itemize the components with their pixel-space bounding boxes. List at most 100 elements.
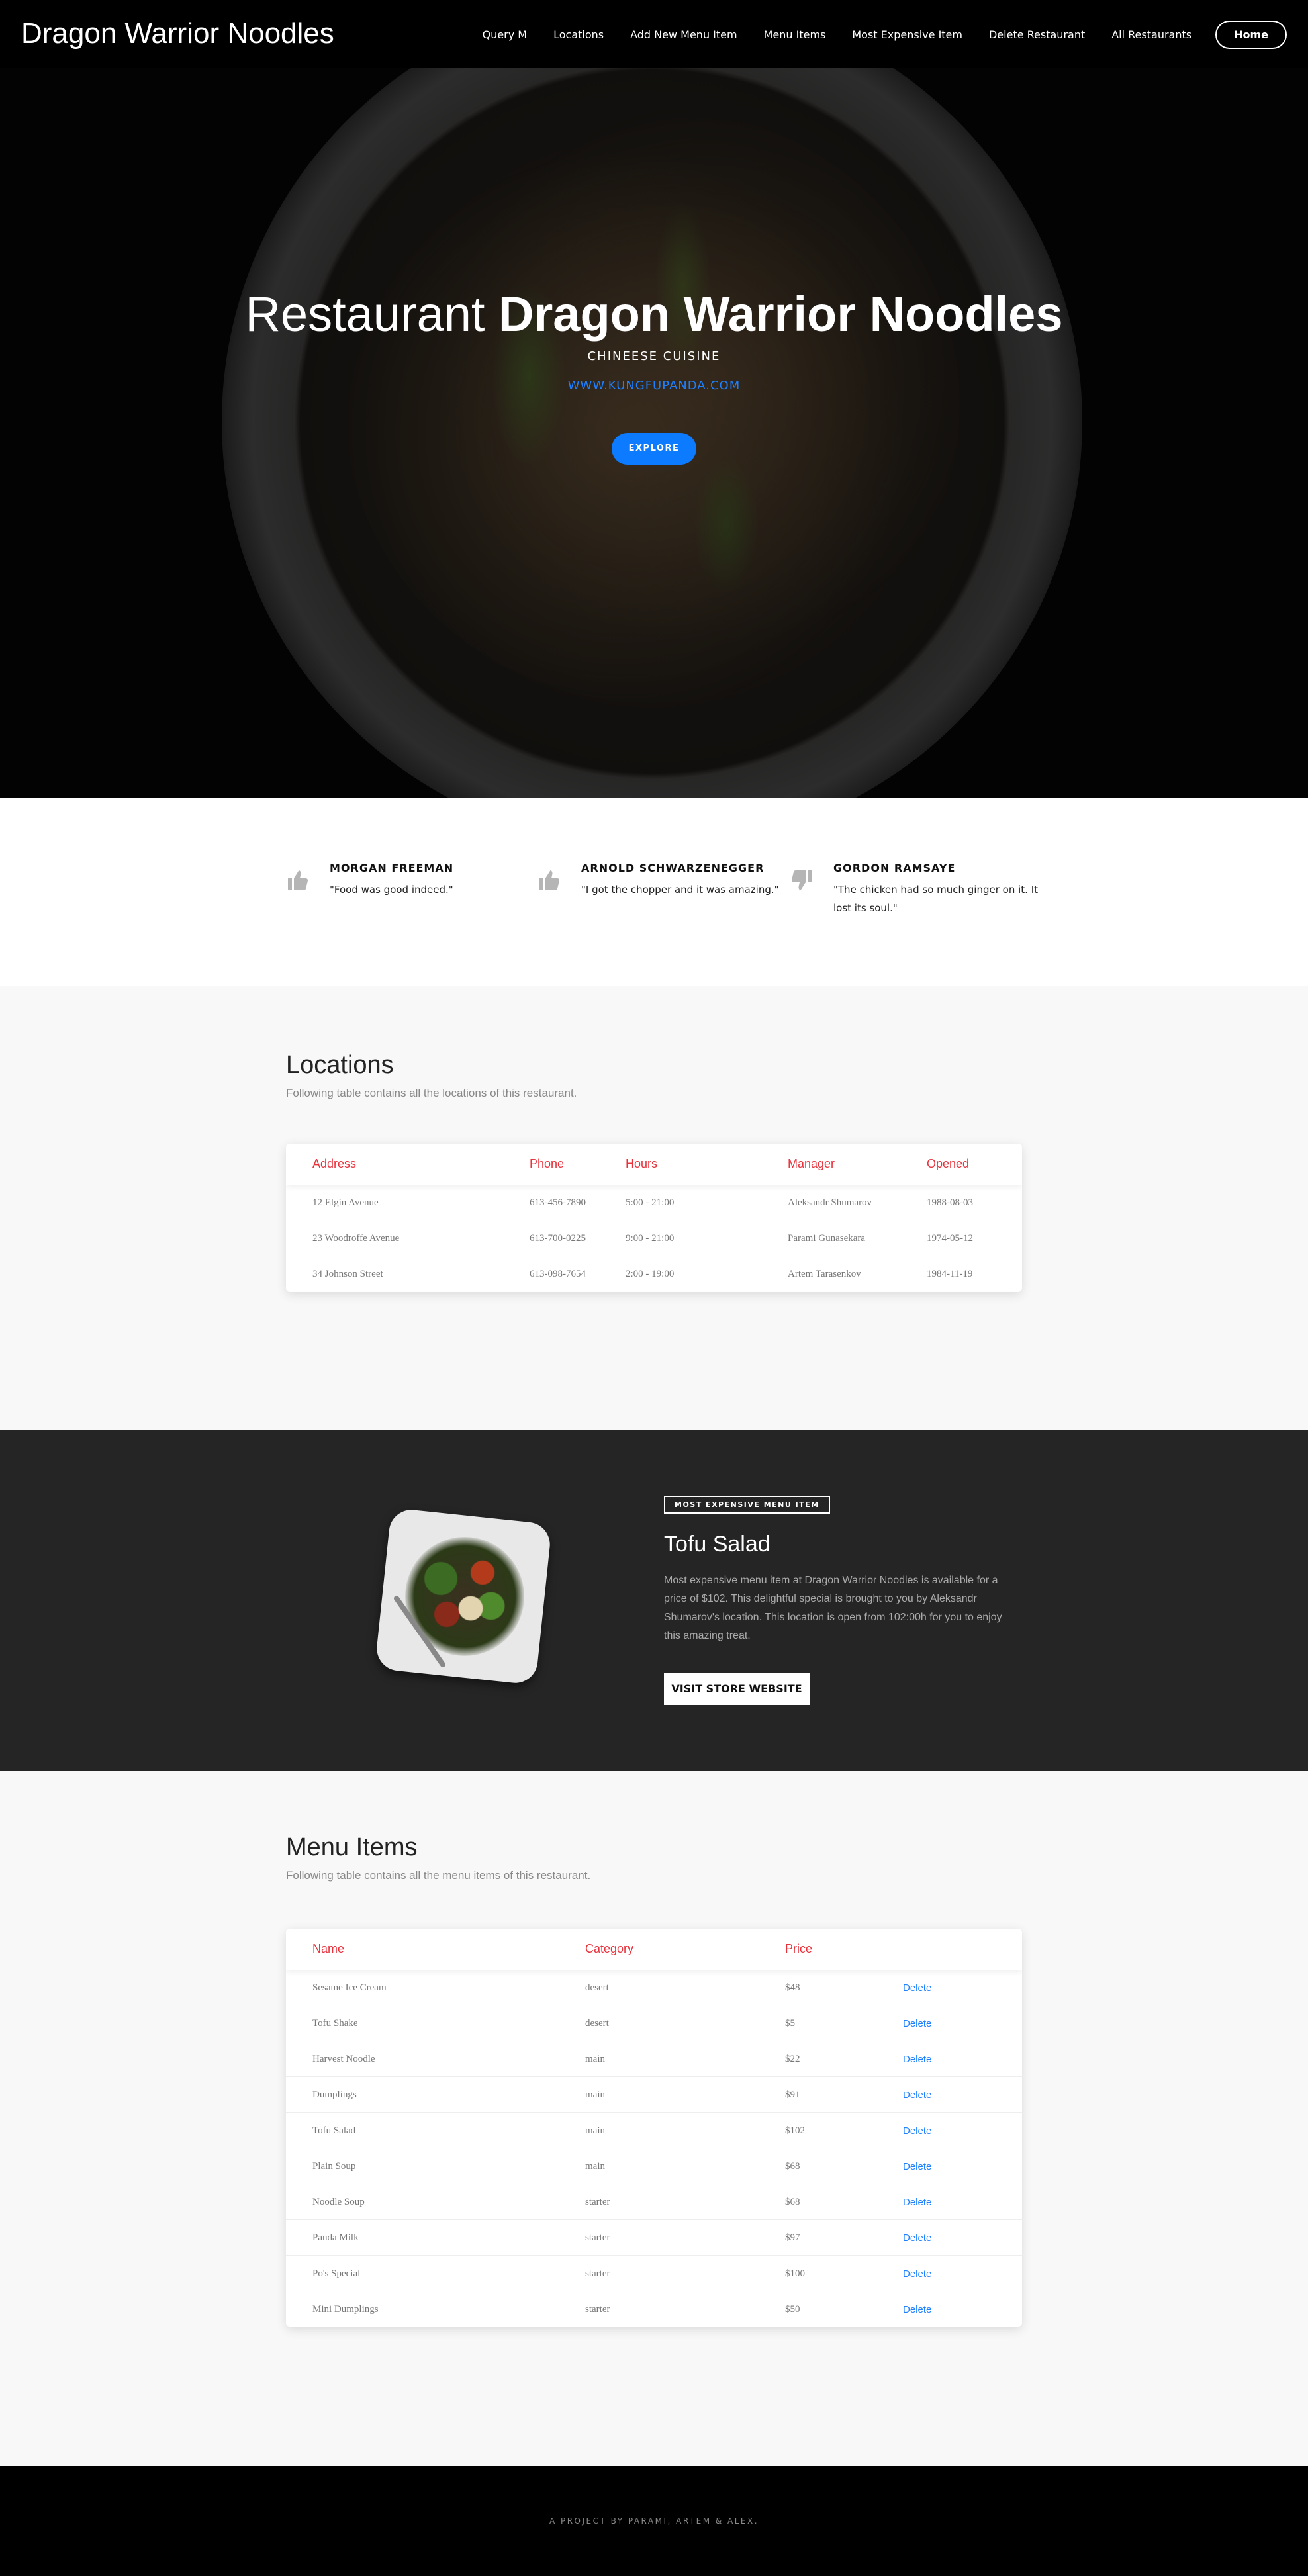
delete-link[interactable]: Delete <box>903 2018 931 2029</box>
cell-manager: Aleksandr Shumarov <box>788 1197 872 1208</box>
cell-name: Tofu Shake <box>312 2018 358 2029</box>
nav-link-most-expensive[interactable]: Most Expensive Item <box>852 28 962 41</box>
cell-name: Mini Dumplings <box>312 2304 379 2315</box>
delete-link[interactable]: Delete <box>903 2268 931 2279</box>
locations-section: Locations Following table contains all t… <box>0 986 1308 1430</box>
table-row: Noodle Soup starter $68 Delete <box>286 2184 1022 2220</box>
reviews-section: MORGAN FREEMAN "Food was good indeed." A… <box>0 798 1308 986</box>
review-text: "The chicken had so much ginger on it. I… <box>833 884 1039 914</box>
cell-price: $68 <box>785 2161 800 2172</box>
section-title: Menu Items <box>286 1833 418 1861</box>
cell-hours: 2:00 - 19:00 <box>626 1269 675 1279</box>
table-row: Plain Soup main $68 Delete <box>286 2148 1022 2184</box>
nav-link-menu-items[interactable]: Menu Items <box>764 28 826 41</box>
table-header: Name Category Price <box>286 1929 1022 1970</box>
cell-price: $97 <box>785 2232 800 2243</box>
column-header: Phone <box>530 1157 565 1170</box>
cell-manager: Parami Gunasekara <box>788 1233 866 1244</box>
cell-category: desert <box>585 2018 609 2029</box>
cell-category: starter <box>585 2232 610 2243</box>
delete-link[interactable]: Delete <box>903 2125 931 2137</box>
column-header: Manager <box>788 1157 835 1170</box>
column-header: Name <box>312 1942 345 1955</box>
table-row: Po's Special starter $100 Delete <box>286 2256 1022 2291</box>
cell-price: $50 <box>785 2304 800 2315</box>
hero-title-name: Dragon Warrior Noodles <box>498 287 1063 342</box>
column-header: Price <box>785 1942 813 1955</box>
explore-button[interactable]: EXPLORE <box>612 433 696 465</box>
cell-phone: 613-098-7654 <box>530 1269 586 1279</box>
nav-link-add-menu-item[interactable]: Add New Menu Item <box>630 28 737 41</box>
top-navbar: Dragon Warrior Noodles Query M Locations… <box>0 0 1308 68</box>
footer-credits: A PROJECT BY PARAMI, ARTEM & ALEX. <box>549 2516 759 2526</box>
table-row: Tofu Shake desert $5 Delete <box>286 2005 1022 2041</box>
hero-title: Restaurant Dragon Warrior Noodles <box>0 286 1308 342</box>
nav-link-locations[interactable]: Locations <box>553 28 604 41</box>
cell-name: Panda Milk <box>312 2232 359 2243</box>
menu-items-section: Menu Items Following table contains all … <box>0 1771 1308 2466</box>
visit-store-button[interactable]: VISIT STORE WEBSITE <box>664 1673 810 1705</box>
column-header: Opened <box>927 1157 970 1170</box>
feature-title: Tofu Salad <box>664 1532 771 1557</box>
cell-name: Dumplings <box>312 2090 357 2100</box>
nav-link-all-restaurants[interactable]: All Restaurants <box>1111 28 1191 41</box>
delete-link[interactable]: Delete <box>903 2232 931 2244</box>
delete-link[interactable]: Delete <box>903 2197 931 2208</box>
review-text: "Food was good indeed." <box>330 884 453 896</box>
table-row: Sesame Ice Cream desert $48 Delete <box>286 1970 1022 2005</box>
cell-name: Plain Soup <box>312 2161 356 2172</box>
table-row: Panda Milk starter $97 Delete <box>286 2220 1022 2256</box>
nav-link-delete-restaurant[interactable]: Delete Restaurant <box>989 28 1085 41</box>
delete-link[interactable]: Delete <box>903 2090 931 2101</box>
delete-link[interactable]: Delete <box>903 1982 931 1994</box>
reviewer-name: MORGAN FREEMAN <box>330 862 454 874</box>
section-title: Locations <box>286 1051 394 1079</box>
reviewer-name: ARNOLD SCHWARZENEGGER <box>581 862 765 874</box>
cell-price: $102 <box>785 2125 805 2136</box>
column-header: Address <box>312 1157 357 1170</box>
nav-link-query-m[interactable]: Query M <box>483 28 528 41</box>
cell-category: main <box>585 2161 605 2172</box>
cell-phone: 613-700-0225 <box>530 1233 586 1244</box>
table-header: Address Phone Hours Manager Opened <box>286 1144 1022 1185</box>
cell-price: $100 <box>785 2268 805 2279</box>
cell-address: 12 Elgin Avenue <box>312 1197 379 1208</box>
home-button[interactable]: Home <box>1215 21 1287 49</box>
table-row: Tofu Salad main $102 Delete <box>286 2113 1022 2148</box>
cell-category: starter <box>585 2304 610 2315</box>
cell-opened: 1988-08-03 <box>927 1197 973 1208</box>
reviewer-name: GORDON RAMSAYE <box>833 862 956 874</box>
cell-manager: Artem Tarasenkov <box>788 1269 861 1279</box>
cell-opened: 1984-11-19 <box>927 1269 973 1279</box>
table-row: 23 Woodroffe Avenue 613-700-0225 9:00 - … <box>286 1220 1022 1256</box>
cell-category: main <box>585 2125 605 2136</box>
delete-link[interactable]: Delete <box>903 2054 931 2065</box>
table-row: 12 Elgin Avenue 613-456-7890 5:00 - 21:0… <box>286 1185 1022 1220</box>
cell-price: $91 <box>785 2090 800 2100</box>
cell-category: starter <box>585 2197 610 2207</box>
cell-hours: 5:00 - 21:00 <box>626 1197 675 1208</box>
cell-price: $48 <box>785 1982 800 1993</box>
column-header: Hours <box>626 1157 658 1170</box>
cell-address: 34 Johnson Street <box>312 1269 383 1279</box>
section-subtitle: Following table contains all the menu it… <box>286 1869 591 1882</box>
footer: A PROJECT BY PARAMI, ARTEM & ALEX. <box>0 2466 1308 2576</box>
delete-link[interactable]: Delete <box>903 2304 931 2315</box>
hero-section: Restaurant Dragon Warrior Noodles CHINEE… <box>0 68 1308 798</box>
hero-cuisine: CHINEESE CUISINE <box>587 349 721 363</box>
menu-table: Name Category Price Sesame Ice Cream dese… <box>286 1929 1022 2327</box>
most-expensive-section: MOST EXPENSIVE MENU ITEM Tofu Salad Most… <box>0 1430 1308 1771</box>
hero-website-link[interactable]: WWW.KUNGFUPANDA.COM <box>0 379 1308 392</box>
cell-category: starter <box>585 2268 610 2279</box>
cell-name: Sesame Ice Cream <box>312 1982 387 1993</box>
delete-link[interactable]: Delete <box>903 2161 931 2172</box>
review-text: "I got the chopper and it was amazing." <box>581 884 779 896</box>
cell-name: Noodle Soup <box>312 2197 365 2207</box>
brand-logo[interactable]: Dragon Warrior Noodles <box>21 17 334 50</box>
thumbs-up-icon <box>539 870 560 890</box>
locations-table: Address Phone Hours Manager Opened 12 El… <box>286 1144 1022 1292</box>
thumbs-down-icon <box>791 870 812 890</box>
table-row: Dumplings main $91 Delete <box>286 2077 1022 2113</box>
cell-phone: 613-456-7890 <box>530 1197 586 1208</box>
hero-title-prefix: Restaurant <box>245 287 485 342</box>
